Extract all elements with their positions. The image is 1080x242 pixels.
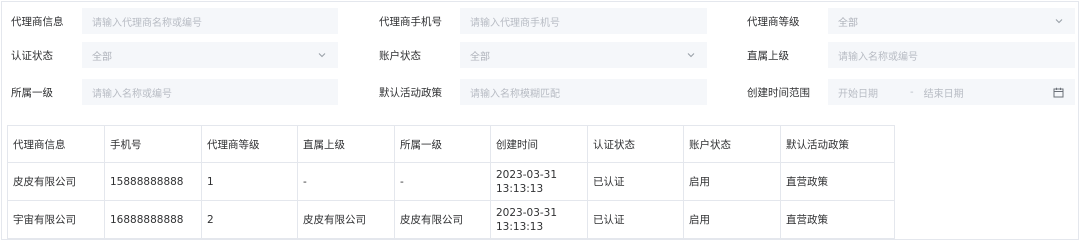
- column-header-auth-status: 认证状态: [587, 125, 684, 163]
- cell-default-policy: 直营政策: [780, 200, 895, 239]
- agent-info-input[interactable]: 请输入代理商名称或编号: [82, 8, 338, 34]
- first-level-placeholder: 请输入名称或编号: [92, 88, 172, 100]
- created-range-picker[interactable]: 开始日期 - 结束日期: [828, 79, 1075, 105]
- auth-status-value: 全部: [92, 51, 112, 63]
- default-policy-filter: 默认活动政策 请输入名称模糊匹配: [370, 78, 707, 106]
- cell-agent-info: 皮皮有限公司: [7, 162, 105, 201]
- agent-phone-filter: 代理商手机号 请输入代理商手机号: [370, 7, 707, 35]
- table-row: 宇宙有限公司 16888888888 2 皮皮有限公司 皮皮有限公司 2023-…: [7, 200, 895, 239]
- account-status-label: 账户状态: [379, 49, 421, 62]
- cell-account-status: 启用: [683, 162, 781, 201]
- auth-status-filter: 认证状态 全部: [2, 41, 338, 69]
- filter-row: 代理商信息 请输入代理商名称或编号 代理商手机号 请输入代理商手机号 代理商等级…: [2, 7, 1078, 35]
- cell-agent-info: 宇宙有限公司: [7, 200, 105, 239]
- agent-list-page: 代理商信息 请输入代理商名称或编号 代理商手机号 请输入代理商手机号 代理商等级…: [1, 1, 1079, 240]
- filter-row: 认证状态 全部 账户状态 全部 直属上级 请输入名称或编号: [2, 41, 1078, 69]
- agent-level-value: 全部: [838, 17, 858, 29]
- end-date-placeholder[interactable]: 结束日期: [924, 85, 964, 100]
- first-level-label: 所属一级: [11, 86, 53, 99]
- default-policy-placeholder: 请输入名称模糊匹配: [470, 88, 560, 100]
- first-level-filter: 所属一级 请输入名称或编号: [2, 78, 338, 106]
- cell-default-policy: 直营政策: [780, 162, 895, 201]
- column-header-level: 代理商等级: [201, 125, 298, 163]
- chevron-down-icon: [687, 53, 695, 58]
- cell-created-time: 2023-03-31 13:13:13: [490, 200, 588, 239]
- cell-first-level: 皮皮有限公司: [394, 200, 491, 239]
- chevron-down-icon: [318, 53, 326, 58]
- cell-level: 2: [201, 200, 298, 239]
- cell-phone: 15888888888: [104, 162, 202, 201]
- table-row: 皮皮有限公司 15888888888 1 - - 2023-03-31 13:1…: [7, 162, 895, 201]
- auth-status-select[interactable]: 全部: [82, 42, 338, 68]
- default-policy-label: 默认活动政策: [379, 86, 442, 99]
- direct-superior-filter: 直属上级 请输入名称或编号: [738, 41, 1075, 69]
- cell-first-level: -: [394, 162, 491, 201]
- agent-phone-input[interactable]: 请输入代理商手机号: [460, 8, 707, 34]
- cell-direct-superior: -: [297, 162, 395, 201]
- account-status-value: 全部: [470, 51, 490, 63]
- calendar-icon: [1053, 87, 1064, 98]
- cell-level: 1: [201, 162, 298, 201]
- cell-direct-superior: 皮皮有限公司: [297, 200, 395, 239]
- account-status-select[interactable]: 全部: [460, 42, 707, 68]
- created-range-filter: 创建时间范围 开始日期 - 结束日期: [738, 78, 1075, 106]
- column-header-agent-info: 代理商信息: [7, 125, 105, 163]
- agent-level-filter: 代理商等级 全部: [738, 7, 1075, 35]
- direct-superior-placeholder: 请输入名称或编号: [838, 51, 918, 63]
- agent-level-select[interactable]: 全部: [828, 8, 1075, 34]
- column-header-created-time: 创建时间: [490, 125, 588, 163]
- created-range-label: 创建时间范围: [747, 86, 810, 99]
- account-status-filter: 账户状态 全部: [370, 41, 707, 69]
- column-header-direct-superior: 直属上级: [297, 125, 395, 163]
- cell-created-time: 2023-03-31 13:13:13: [490, 162, 588, 201]
- column-header-phone: 手机号: [104, 125, 202, 163]
- start-date-placeholder[interactable]: 开始日期: [838, 85, 878, 100]
- column-header-first-level: 所属一级: [394, 125, 491, 163]
- date-range-separator: -: [910, 86, 914, 98]
- agent-level-label: 代理商等级: [747, 15, 800, 28]
- column-header-default-policy: 默认活动政策: [780, 125, 895, 163]
- table-header-row: 代理商信息 手机号 代理商等级 直属上级 所属一级 创建时间 认证状态 账户状态…: [7, 125, 895, 163]
- cell-phone: 16888888888: [104, 200, 202, 239]
- agent-info-placeholder: 请输入代理商名称或编号: [92, 17, 202, 29]
- auth-status-label: 认证状态: [11, 49, 53, 62]
- agent-info-filter: 代理商信息 请输入代理商名称或编号: [2, 7, 338, 35]
- agent-phone-placeholder: 请输入代理商手机号: [470, 17, 560, 29]
- first-level-input[interactable]: 请输入名称或编号: [82, 79, 338, 105]
- cell-account-status: 启用: [683, 200, 781, 239]
- cell-auth-status: 已认证: [587, 200, 684, 239]
- direct-superior-input[interactable]: 请输入名称或编号: [828, 42, 1075, 68]
- chevron-down-icon: [1055, 19, 1063, 24]
- filter-row: 所属一级 请输入名称或编号 默认活动政策 请输入名称模糊匹配 创建时间范围 开始…: [2, 78, 1078, 106]
- default-policy-input[interactable]: 请输入名称模糊匹配: [460, 79, 707, 105]
- agent-info-label: 代理商信息: [11, 15, 64, 28]
- column-header-account-status: 账户状态: [683, 125, 781, 163]
- direct-superior-label: 直属上级: [747, 49, 789, 62]
- agent-table: 代理商信息 手机号 代理商等级 直属上级 所属一级 创建时间 认证状态 账户状态…: [7, 125, 895, 239]
- cell-auth-status: 已认证: [587, 162, 684, 201]
- agent-phone-label: 代理商手机号: [379, 15, 442, 28]
